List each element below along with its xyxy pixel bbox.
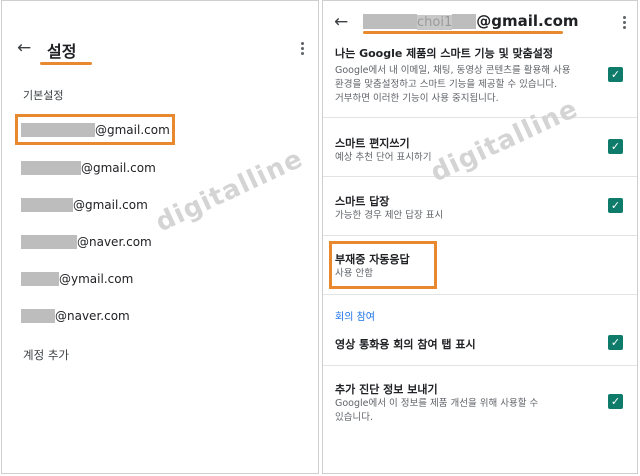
title-highlight-underline (363, 31, 563, 34)
settings-panel: ← 설정 기본설정 @gmail.com @gmail.com @gmail.c… (1, 0, 319, 474)
checkbox-checked-icon[interactable]: ✓ (608, 394, 623, 409)
watermark: digitalline (151, 143, 308, 239)
masked-text (21, 198, 73, 212)
account-item[interactable]: @ymail.com (21, 268, 133, 290)
highlight-box (15, 114, 175, 145)
masked-text (452, 14, 477, 29)
masked-text (363, 14, 417, 29)
checkbox-checked-icon[interactable]: ✓ (608, 67, 623, 82)
watermark: digitalline (426, 93, 583, 189)
masked-text (21, 272, 59, 286)
account-settings-panel: ← choi1 @gmail.com 나는 Google 제품의 스마트 기능 및… (322, 0, 638, 474)
section-label: 기본설정 (23, 89, 64, 102)
masked-text (21, 309, 55, 323)
more-vert-icon[interactable] (623, 16, 627, 31)
checkbox-checked-icon[interactable]: ✓ (608, 198, 623, 213)
highlight-box (329, 241, 437, 289)
checkbox-checked-icon[interactable]: ✓ (608, 139, 623, 154)
checkbox-checked-icon[interactable]: ✓ (608, 335, 623, 350)
title-highlight-underline (40, 62, 92, 65)
divider (323, 176, 637, 177)
divider (323, 117, 637, 118)
section-header-meet: 회의 참여 (335, 312, 375, 323)
divider (323, 365, 637, 366)
masked-text (21, 161, 81, 175)
divider (323, 294, 637, 295)
account-item[interactable]: @gmail.com (21, 194, 148, 216)
account-item[interactable]: @naver.com (21, 305, 130, 327)
more-vert-icon[interactable] (301, 42, 305, 57)
account-item[interactable]: @naver.com (21, 231, 152, 253)
add-account-link[interactable]: 계정 추가 (23, 347, 69, 363)
account-item[interactable]: @gmail.com (21, 157, 156, 179)
page-title: 설정 (47, 42, 77, 61)
arrow-back-icon[interactable]: ← (334, 12, 348, 32)
arrow-back-icon[interactable]: ← (17, 38, 31, 58)
account-title: choi1 @gmail.com (363, 12, 579, 30)
divider (323, 235, 637, 236)
masked-text (21, 235, 77, 249)
